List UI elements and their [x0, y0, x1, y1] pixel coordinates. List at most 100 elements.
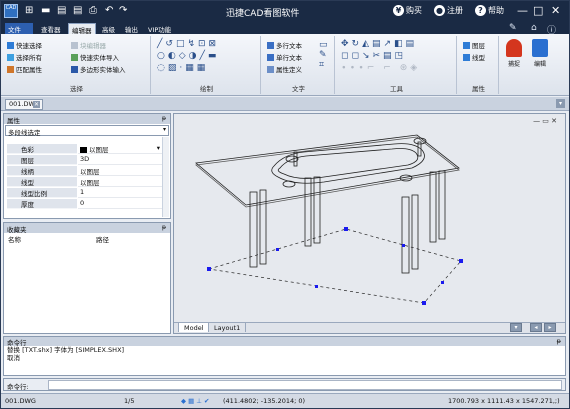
polygon-icon	[71, 66, 78, 73]
status-drawing-size: 1700.793 x 1111.43 x 1547.271,;)	[448, 397, 560, 405]
text-extra-tools[interactable]: ▭ ✎ ⌗	[319, 40, 328, 70]
quick-entity-import-button[interactable]: 快速实体导入	[71, 52, 119, 62]
menu-tab-bar: 文件 查看器 编辑器 高级 输出 VIP功能 ✎ ⌂ ⓘ	[1, 22, 569, 36]
grip[interactable]	[441, 281, 444, 284]
maximize-icon[interactable]: □	[533, 4, 543, 17]
property-row[interactable]: 线柄 以图层	[7, 166, 164, 176]
buy-button[interactable]: ¥ 购买	[393, 5, 422, 16]
grip[interactable]	[344, 227, 348, 231]
path-column-header[interactable]: 路径	[96, 234, 109, 244]
property-row[interactable]: 厚度 0	[7, 199, 164, 209]
polygon-entity-input-button[interactable]: 多边形实体输入	[71, 64, 126, 74]
edit-doc-icon	[532, 39, 548, 57]
edit-button[interactable]: 编辑	[529, 37, 551, 79]
grip[interactable]	[422, 301, 426, 305]
property-row[interactable]: 图层 3D	[7, 155, 164, 165]
property-row[interactable]: 线型 以图层	[7, 177, 164, 187]
properties-header: 属性 ᵽ	[4, 114, 170, 125]
close-icon[interactable]: ✕	[551, 4, 560, 17]
grip[interactable]	[402, 244, 405, 247]
mtext-button[interactable]: 多行文本	[267, 40, 302, 50]
grip[interactable]	[207, 267, 211, 271]
magnet-icon	[506, 39, 522, 57]
draw-tools-row-2[interactable]: ○◐◇◑╱▬	[157, 51, 219, 61]
tab-vip[interactable]: VIP功能	[145, 23, 174, 34]
selection-grips[interactable]	[207, 227, 463, 305]
tab-advanced[interactable]: 高级	[99, 23, 118, 34]
quick-select-button[interactable]: 快速选择	[7, 40, 42, 50]
attribute-define-button[interactable]: 属性定义	[267, 64, 302, 74]
properties-group-label: 属性	[472, 85, 485, 93]
document-tab[interactable]: 001.DWG ✕	[5, 99, 43, 110]
draw-tools-row-3[interactable]: ◌▨·▦▦	[157, 63, 208, 73]
pen-icon[interactable]: ✎	[509, 23, 517, 33]
vip-icon: ¥	[393, 5, 404, 16]
tab-menu-icon[interactable]: ▾	[556, 99, 565, 108]
pin-icon[interactable]: ᵽ	[162, 224, 166, 231]
command-prompt-label: 命令行:	[7, 383, 29, 391]
tab-output[interactable]: 输出	[122, 23, 141, 34]
tab-viewer[interactable]: 查看器	[38, 23, 64, 34]
pin-icon[interactable]: ᵽ	[557, 337, 561, 345]
tools-row-1[interactable]: ✥↻◭▤↗◧▤	[341, 39, 417, 49]
minimize-icon[interactable]: —	[517, 4, 528, 17]
help-button[interactable]: ? 帮助	[475, 5, 504, 16]
home-icon[interactable]: ⌂	[531, 23, 537, 33]
grip[interactable]	[459, 259, 463, 263]
status-page: 1/5	[124, 397, 135, 405]
property-row[interactable]: 线型比例 1	[7, 188, 164, 198]
properties-panel: 属性 ᵽ 多段线选定 ▾ 色彩 以图层 ▾ 图层 3D 线柄 以图层 线型 以图层 线型比例 1…	[3, 113, 171, 219]
select-group-label: 选择	[70, 85, 83, 93]
single-text-button[interactable]: 单行文本	[267, 52, 302, 62]
table-wireframe	[195, 134, 460, 274]
register-button[interactable]: ● 注册	[434, 5, 463, 16]
entity-type-select[interactable]: 多段线选定 ▾	[5, 125, 169, 137]
help-icon: ?	[475, 5, 486, 16]
undo-icon[interactable]: ↶	[105, 5, 113, 16]
tab-model[interactable]: Model	[178, 322, 210, 332]
select-all-icon	[7, 54, 14, 61]
chevron-down-icon[interactable]: ▾	[157, 144, 160, 152]
table-drawing[interactable]	[174, 114, 565, 312]
app-logo[interactable]: CAD	[4, 4, 18, 18]
command-panel: 命令行 ᵽ 替换 [TXT.shx] 字体为 [SIMPLEX.SHX] 取消	[3, 336, 566, 376]
redo-icon[interactable]: ↷	[119, 5, 127, 16]
capture-button[interactable]: 捕捉	[503, 37, 525, 79]
print-icon[interactable]: ⎙	[89, 5, 97, 16]
ribbon: 快速选择 块编辑器 选择所有 快速实体导入 匹配属性 多边形实体输入 选择 ╱↺…	[1, 34, 569, 96]
select-all-button[interactable]: 选择所有	[7, 52, 42, 62]
next-layout-icon[interactable]: ▸	[544, 323, 556, 332]
pin-icon[interactable]: ᵽ	[162, 115, 166, 122]
mtext-icon	[267, 42, 274, 49]
layer-button[interactable]: 图层	[463, 40, 485, 50]
prev-layout-icon[interactable]: ◂	[530, 323, 542, 332]
chevron-down-icon: ▾	[162, 126, 166, 133]
property-row[interactable]: 色彩 以图层 ▾	[7, 144, 164, 154]
snap-toggle-icons[interactable]: ◆ ▦ ⊥ ✔	[181, 397, 209, 405]
name-column-header[interactable]: 名称	[8, 234, 21, 244]
block-editor-button[interactable]: 块编辑器	[71, 40, 106, 50]
grip[interactable]	[315, 285, 318, 288]
tools-row-2[interactable]: ◻◻↘✂▤◳	[341, 51, 406, 61]
tab-layout1[interactable]: Layout1	[208, 322, 247, 332]
draw-group-label: 绘制	[200, 85, 213, 93]
tab-file[interactable]: 文件	[5, 23, 33, 34]
properties-scrollbar[interactable]	[162, 137, 169, 217]
open-folder-icon[interactable]: ▬	[41, 5, 50, 16]
linetype-button[interactable]: 线型	[463, 52, 485, 62]
block-editor-icon	[71, 42, 78, 49]
tab-editor[interactable]: 编辑器	[68, 23, 96, 35]
save-icon[interactable]: ▤	[57, 5, 66, 16]
selection-outline	[208, 228, 462, 304]
close-tab-icon[interactable]: ✕	[33, 101, 40, 108]
tools-row-3[interactable]: ∙∙∙⌐ ⌐ ⊛◈	[341, 63, 420, 73]
command-input[interactable]	[48, 380, 562, 390]
layout-menu-icon[interactable]: ▾	[510, 323, 522, 332]
title-bar: CAD ⊞ ▬ ▤ ▤ ⎙ ↶ ↷ 迅捷CAD看图软件 ¥ 购买 ● 注册 ? 帮助 …	[1, 1, 569, 22]
match-properties-button[interactable]: 匹配属性	[7, 64, 42, 74]
new-file-icon[interactable]: ⊞	[25, 5, 33, 16]
drawing-canvas[interactable]: — ▭ ✕ Model Layout1 ▾ ◂ ▸	[173, 113, 566, 334]
save-as-icon[interactable]: ▤	[73, 5, 82, 16]
draw-tools-row-1[interactable]: ╱↺□↯⊡⊠	[157, 39, 219, 49]
grip[interactable]	[276, 248, 279, 251]
